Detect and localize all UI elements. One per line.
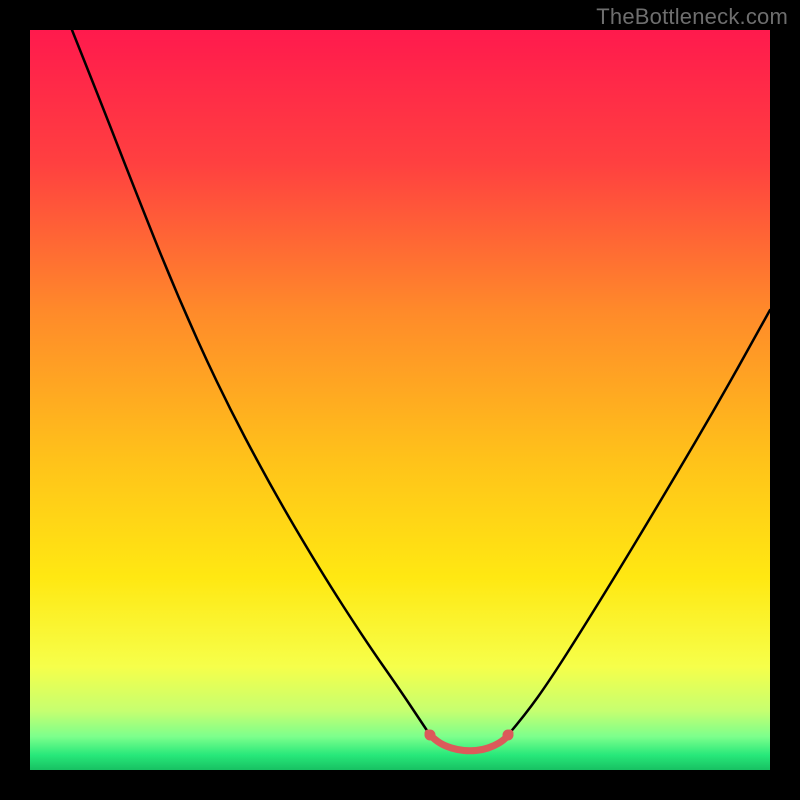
plot-area [30, 30, 770, 770]
marker-1 [503, 730, 514, 741]
gradient-background [30, 30, 770, 770]
plot-svg [30, 30, 770, 770]
chart-container: TheBottleneck.com [0, 0, 800, 800]
watermark-text: TheBottleneck.com [596, 4, 788, 30]
marker-0 [425, 730, 436, 741]
